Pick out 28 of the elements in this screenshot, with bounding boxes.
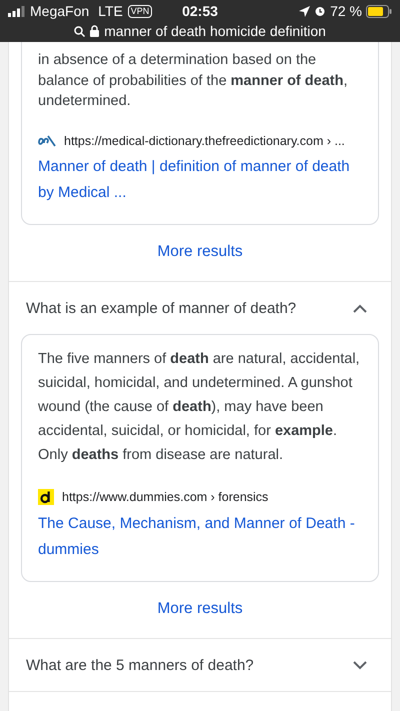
signal-icon [8,6,25,16]
answer-snippet: in absence of a determination based on the balance of probabilities of the manner of death, undetermined. [38,51,348,112]
network-type: LTE [98,3,123,19]
alarm-clock-icon [314,5,326,17]
address-query[interactable]: manner of death homicide definition [104,23,326,39]
source-url: https://medical-dictionary.thefreedictionary.com › ... [64,134,345,148]
question-text: What are the 5 manners of death? [26,656,254,674]
lock-icon [90,25,100,37]
location-arrow-icon [299,6,310,16]
more-results-link[interactable]: More results [9,582,391,638]
battery-icon [366,4,392,18]
question-row[interactable]: What is an example of manner of death? [9,281,391,334]
clock-time: 02:53 [182,3,218,19]
site-favicon-icon [38,489,54,506]
result-title-link[interactable]: Manner of death | definition of manner of death by Medical ... [38,154,362,206]
collapse-chevron-icon[interactable] [353,304,367,313]
question-text: What is an example of manner of death? [26,300,296,317]
vpn-badge: VPN [128,4,152,18]
battery-percent: 72 % [330,3,362,19]
result-title-link[interactable]: The Cause, Mechanism, and Manner of Death - dummies [38,511,362,564]
search-icon [74,26,86,36]
carrier-name: MegaFon [30,3,90,19]
site-favicon-icon [38,134,56,148]
expand-chevron-icon[interactable] [353,660,367,670]
answer-snippet: The five manners of death are natural, accidental, suicidal, homicidal, and undetermined. A gunshot wound (the cause of death), may have been accidental, suicidal, or homicidal, for example. Only deaths from disease are natural. [38,350,361,466]
question-row[interactable]: What are the 5 manners of death? [9,638,391,692]
more-results-link[interactable]: More results [9,225,391,282]
source-url: https://www.dummies.com › forensics [62,490,268,504]
